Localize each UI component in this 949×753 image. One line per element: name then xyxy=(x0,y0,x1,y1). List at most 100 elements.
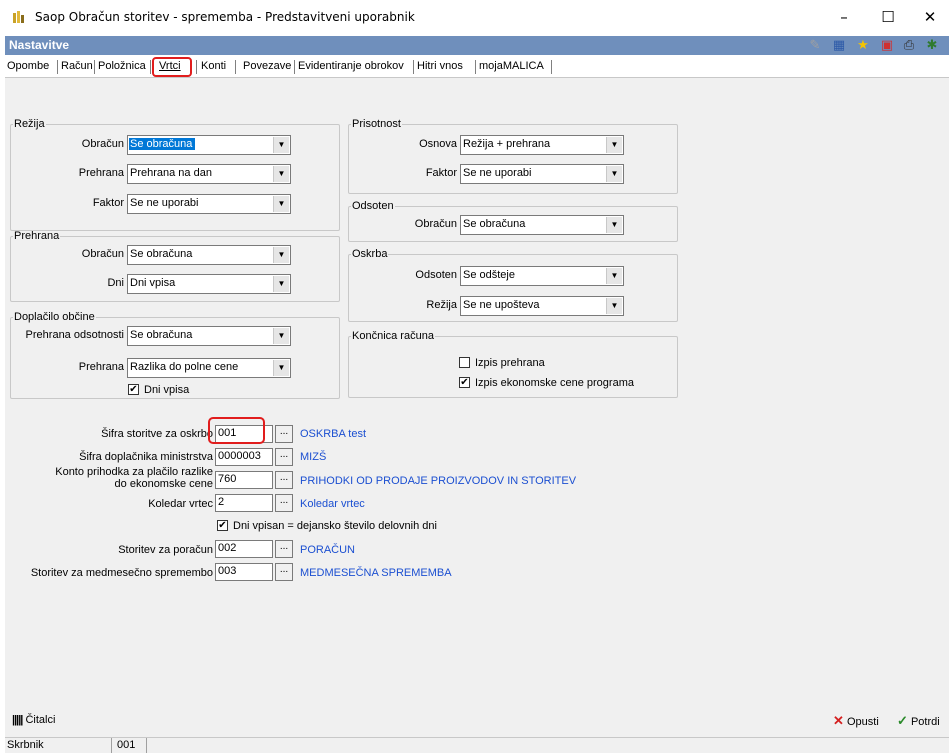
print-icon[interactable]: ⎙ xyxy=(901,38,917,54)
star-icon[interactable]: ★ xyxy=(855,38,871,54)
koledar-browse-button[interactable]: ... xyxy=(275,494,293,512)
sifra-storitve-highlight xyxy=(208,417,265,444)
tab-mojamalica[interactable]: mojaMALICA xyxy=(479,60,544,72)
oskrba-legend: Oskrba xyxy=(352,248,388,260)
status-divider xyxy=(111,738,112,753)
minimize-button[interactable]: – xyxy=(829,6,859,28)
status-bar: Skrbnik 001 xyxy=(5,737,949,753)
prisotnost-faktor-select[interactable]: Se ne uporabi ▼ xyxy=(460,164,624,184)
oskrba-rezija-label: Režija xyxy=(426,299,457,311)
dni-vpisan-checkbox[interactable]: ✔ xyxy=(217,520,228,531)
oskrba-rezija-select[interactable]: Se ne upošteva ▼ xyxy=(460,296,624,316)
citalci-label: Čitalci xyxy=(25,714,56,726)
chevron-down-icon: ▼ xyxy=(273,328,289,344)
prehrana-obracun-select[interactable]: Se obračuna ▼ xyxy=(127,245,291,265)
prisotnost-osnova-label: Osnova xyxy=(419,138,457,150)
edit-icon[interactable]: ✎ xyxy=(807,38,823,54)
chevron-down-icon: ▼ xyxy=(273,166,289,182)
sifra-doplacnika-description: MIZŠ xyxy=(300,451,327,463)
izpis-prehrana-checkbox[interactable] xyxy=(459,357,470,368)
sifra-doplacnika-input[interactable]: 0000003 xyxy=(215,448,273,466)
chevron-down-icon: ▼ xyxy=(606,217,622,233)
chevron-down-icon: ▼ xyxy=(606,268,622,284)
oskrba-odsoten-label: Odsoten xyxy=(415,269,457,281)
x-icon: ✕ xyxy=(833,713,844,728)
opusti-label: Opusti xyxy=(846,716,879,728)
koledar-label: Koledar vrtec xyxy=(148,498,213,510)
section-title: Nastavitve xyxy=(9,38,70,52)
poracun-description: PORAČUN xyxy=(300,544,356,556)
tab-hitri-vnos[interactable]: Hitri vnos xyxy=(417,60,463,72)
chevron-down-icon: ▼ xyxy=(273,360,289,376)
section-header: Nastavitve ✎ ▦ ★ ▣ ⎙ ✱ xyxy=(5,36,949,55)
rezija-legend: Režija xyxy=(14,118,45,130)
chevron-down-icon: ▼ xyxy=(606,137,622,153)
dni-vpisa-label: Dni vpisa xyxy=(144,384,190,396)
odsoten-legend: Odsoten xyxy=(352,200,394,212)
konto-input[interactable]: 760 xyxy=(215,471,273,489)
rezija-faktor-label: Faktor xyxy=(92,197,124,209)
tab-konti[interactable]: Konti xyxy=(201,60,226,72)
rezija-obracun-label: Obračun xyxy=(81,138,124,150)
rezija-faktor-select[interactable]: Se ne uporabi ▼ xyxy=(127,194,291,214)
doplacilo-odsotnosti-label: Prehrana odsotnosti xyxy=(25,329,124,341)
medmesecno-label: Storitev za medmesečno spremembo xyxy=(30,567,213,579)
prehrana-dni-select[interactable]: Dni vpisa ▼ xyxy=(127,274,291,294)
rezija-prehrana-select[interactable]: Prehrana na dan ▼ xyxy=(127,164,291,184)
tab-povezave[interactable]: Povezave xyxy=(243,60,291,72)
poracun-label: Storitev za poračun xyxy=(118,544,213,556)
export-icon[interactable]: ▣ xyxy=(879,38,895,54)
doplacilo-odsotnosti-select[interactable]: Se obračuna ▼ xyxy=(127,326,291,346)
doplacilo-legend: Doplačilo občine xyxy=(14,311,95,323)
medmesecno-browse-button[interactable]: ... xyxy=(275,563,293,581)
izpis-ekonomske-checkbox[interactable]: ✔ xyxy=(459,377,470,388)
konto-description: PRIHODKI OD PRODAJE PROIZVODOV IN STORIT… xyxy=(300,475,577,487)
rezija-obracun-select[interactable]: Se obračuna ▼ xyxy=(127,135,291,155)
chevron-down-icon: ▼ xyxy=(606,298,622,314)
status-value: 001 xyxy=(117,739,136,751)
konto-browse-button[interactable]: ... xyxy=(275,471,293,489)
button-bar: ||||| Čitalci ✕ Opusti ✓ Potrdi xyxy=(5,703,949,737)
check-icon: ✓ xyxy=(897,713,908,728)
tab-vrtci[interactable]: Vrtci xyxy=(159,60,181,72)
medmesecno-input[interactable]: 003 xyxy=(215,563,273,581)
poracun-browse-button[interactable]: ... xyxy=(275,540,293,558)
run-icon[interactable]: ✱ xyxy=(924,38,940,54)
prehrana-dni-label: Dni xyxy=(107,277,124,289)
rezija-prehrana-label: Prehrana xyxy=(78,167,124,179)
prisotnost-faktor-label: Faktor xyxy=(425,167,457,179)
settings-panel: Režija Obračun Se obračuna ▼ Prehrana Pre… xyxy=(5,77,949,703)
prisotnost-osnova-select[interactable]: Režija + prehrana ▼ xyxy=(460,135,624,155)
tab-poloznica[interactable]: Položnica xyxy=(98,60,146,72)
tab-racun[interactable]: Račun xyxy=(61,60,93,72)
app-icon xyxy=(13,11,24,23)
sifra-storitve-label: Šifra storitve za oskrbo xyxy=(101,428,213,440)
opusti-button[interactable]: ✕ Opusti xyxy=(833,713,879,729)
poracun-input[interactable]: 002 xyxy=(215,540,273,558)
dni-vpisa-checkbox[interactable]: ✔ xyxy=(128,384,139,395)
doplacilo-prehrana-label: Prehrana xyxy=(78,361,124,373)
koledar-description: Koledar vrtec xyxy=(300,498,365,510)
title-bar: Saop Obračun storitev - sprememba - Pred… xyxy=(0,0,949,34)
chevron-down-icon: ▼ xyxy=(273,196,289,212)
tab-evidentiranje-obrokov[interactable]: Evidentiranje obrokov xyxy=(298,60,404,72)
koledar-input[interactable]: 2 xyxy=(215,494,273,512)
grid-icon[interactable]: ▦ xyxy=(831,38,847,54)
prisotnost-legend: Prisotnost xyxy=(352,118,401,130)
potrdi-button[interactable]: ✓ Potrdi xyxy=(897,713,940,729)
prehrana-obracun-label: Obračun xyxy=(81,248,124,260)
konto-label-line2: do ekonomske cene xyxy=(114,478,213,490)
citalci-button[interactable]: ||||| Čitalci xyxy=(12,714,55,726)
oskrba-odsoten-select[interactable]: Se odšteje ▼ xyxy=(460,266,624,286)
maximize-button[interactable]: ☐ xyxy=(873,6,903,28)
chevron-down-icon: ▼ xyxy=(273,247,289,263)
doplacilo-prehrana-select[interactable]: Razlika do polne cene ▼ xyxy=(127,358,291,378)
konto-label-line1: Konto prihodka za plačilo razlike xyxy=(55,466,213,478)
sifra-doplacnika-browse-button[interactable]: ... xyxy=(275,448,293,466)
close-button[interactable]: ✕ xyxy=(915,6,945,28)
odsoten-obracun-select[interactable]: Se obračuna ▼ xyxy=(460,215,624,235)
chevron-down-icon: ▼ xyxy=(273,276,289,292)
odsoten-obracun-label: Obračun xyxy=(414,218,457,230)
tab-opombe[interactable]: Opombe xyxy=(7,60,49,72)
sifra-storitve-browse-button[interactable]: ... xyxy=(275,425,293,443)
